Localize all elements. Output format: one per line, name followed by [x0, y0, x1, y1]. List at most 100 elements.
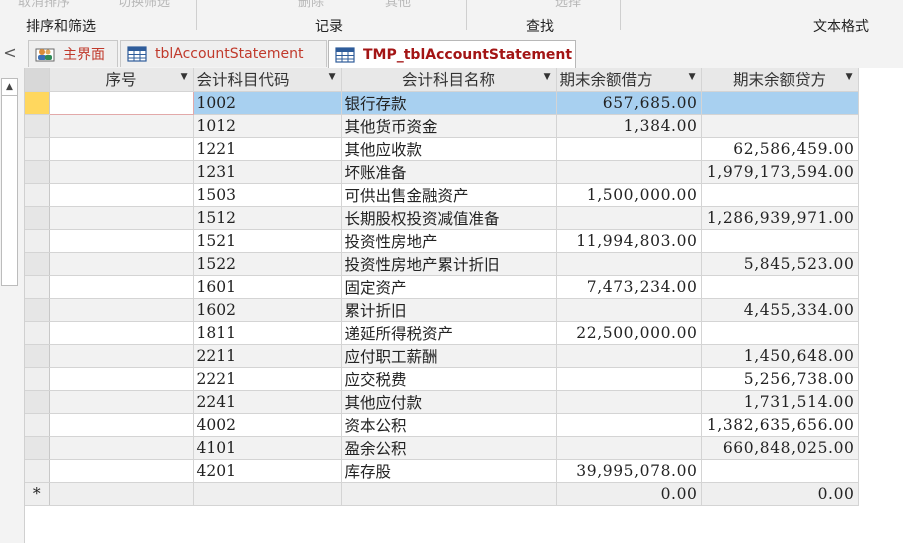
cell-credit[interactable]: 62,586,459.00 [701, 137, 859, 161]
table-row[interactable]: 1601 固定资产 7,473,234.00 [25, 275, 859, 299]
dropdown-arrow-icon[interactable]: ▼ [329, 72, 336, 82]
cell-credit[interactable] [701, 275, 859, 299]
cell-account-code[interactable]: 1522 [193, 252, 342, 276]
cell-credit[interactable]: 660,848,025.00 [701, 436, 859, 460]
cell-account-name[interactable]: 固定资产 [341, 275, 557, 299]
table-row[interactable]: 2221 应交税费 5,256,738.00 [25, 367, 859, 391]
dropdown-arrow-icon[interactable]: ▼ [689, 72, 696, 82]
cell-debit[interactable] [556, 413, 702, 437]
cell-account-code[interactable]: 2241 [193, 390, 342, 414]
record-selector[interactable] [25, 137, 50, 161]
cell-account-code[interactable]: 1811 [193, 321, 342, 345]
cell-account-code[interactable]: 1602 [193, 298, 342, 322]
cell-account-name[interactable]: 应付职工薪酬 [341, 344, 557, 368]
cell-credit[interactable]: 1,286,939,971.00 [701, 206, 859, 230]
tab-tblaccountstatement[interactable]: tblAccountStatement [120, 40, 327, 67]
cell-seq[interactable] [49, 482, 194, 506]
table-row[interactable]: 1002 银行存款 657,685.00 [25, 90, 859, 115]
vertical-scrollbar[interactable]: ▲ [1, 78, 18, 286]
cell-account-code[interactable]: 1521 [193, 229, 342, 253]
record-selector[interactable] [25, 114, 50, 138]
cell-credit[interactable]: 1,731,514.00 [701, 390, 859, 414]
cell-account-name[interactable]: 投资性房地产 [341, 229, 557, 253]
cell-debit[interactable]: 39,995,078.00 [556, 459, 702, 483]
record-selector[interactable] [25, 229, 50, 253]
column-header-debit[interactable]: 期末余额借方 ▼ [556, 68, 702, 92]
dropdown-arrow-icon[interactable]: ▼ [846, 72, 853, 82]
record-selector[interactable] [25, 459, 50, 483]
cell-debit[interactable] [556, 206, 702, 230]
cell-account-name[interactable]: 长期股权投资减值准备 [341, 206, 557, 230]
ribbon-ghost-toggle-filter[interactable]: 切换筛选 [118, 0, 170, 10]
cell-account-name[interactable]: 其他应付款 [341, 390, 557, 414]
cell-credit[interactable] [701, 229, 859, 253]
column-header-code[interactable]: 会计科目代码 ▼ [193, 68, 342, 92]
table-row[interactable]: 2211 应付职工薪酬 1,450,648.00 [25, 344, 859, 368]
cell-seq[interactable] [49, 229, 194, 253]
cell-account-name[interactable]: 其他应收款 [341, 137, 557, 161]
cell-account-code[interactable]: 2221 [193, 367, 342, 391]
cell-credit[interactable]: 5,256,738.00 [701, 367, 859, 391]
cell-seq[interactable] [49, 298, 194, 322]
cell-debit[interactable] [556, 367, 702, 391]
cell-debit[interactable]: 7,473,234.00 [556, 275, 702, 299]
cell-seq[interactable] [49, 183, 194, 207]
nav-pane-collapse-button[interactable]: < [0, 43, 20, 63]
cell-account-name[interactable]: 库存股 [341, 459, 557, 483]
cell-debit[interactable] [556, 344, 702, 368]
table-row[interactable]: 1221 其他应收款 62,586,459.00 [25, 137, 859, 161]
cell-debit[interactable] [556, 137, 702, 161]
cell-account-code[interactable]: 4002 [193, 413, 342, 437]
cell-debit[interactable]: 11,994,803.00 [556, 229, 702, 253]
cell-debit[interactable] [556, 436, 702, 460]
ribbon-ghost-remove-sort[interactable]: 取消排序 [18, 0, 70, 10]
table-row[interactable]: 1012 其他货币资金 1,384.00 [25, 114, 859, 138]
column-header-seq[interactable]: 序号 ▼ [49, 68, 194, 92]
record-selector[interactable] [25, 436, 50, 460]
cell-credit[interactable] [701, 183, 859, 207]
tab-tmp-tblaccountstatement[interactable]: TMP_tblAccountStatement [328, 40, 576, 69]
cell-debit[interactable]: 1,500,000.00 [556, 183, 702, 207]
record-selector[interactable] [25, 298, 50, 322]
ribbon-ghost-delete[interactable]: 删除 [298, 0, 324, 10]
column-header-name[interactable]: 会计科目名称 ▼ [341, 68, 557, 92]
table-row[interactable]: 1521 投资性房地产 11,994,803.00 [25, 229, 859, 253]
cell-seq[interactable] [49, 275, 194, 299]
cell-seq[interactable] [49, 114, 194, 138]
cell-account-name[interactable]: 坏账准备 [341, 160, 557, 184]
new-record-row[interactable]: * 0.00 0.00 [25, 482, 859, 506]
cell-credit[interactable]: 4,455,334.00 [701, 298, 859, 322]
cell-seq[interactable] [49, 436, 194, 460]
table-row[interactable]: 1811 递延所得税资产 22,500,000.00 [25, 321, 859, 345]
cell-credit[interactable]: 5,845,523.00 [701, 252, 859, 276]
cell-account-code[interactable]: 1221 [193, 137, 342, 161]
cell-account-code[interactable]: 1512 [193, 206, 342, 230]
record-selector[interactable] [25, 390, 50, 414]
cell-account-code[interactable]: 2211 [193, 344, 342, 368]
table-row[interactable]: 1231 坏账准备 1,979,173,594.00 [25, 160, 859, 184]
cell-seq[interactable] [49, 367, 194, 391]
cell-seq[interactable] [49, 413, 194, 437]
ribbon-ghost-more[interactable]: 其他 [385, 0, 411, 10]
cell-seq[interactable] [48, 90, 194, 115]
table-row[interactable]: 4002 资本公积 1,382,635,656.00 [25, 413, 859, 437]
table-row[interactable]: 1503 可供出售金融资产 1,500,000.00 [25, 183, 859, 207]
cell-account-code[interactable]: 4201 [193, 459, 342, 483]
table-row[interactable]: 2241 其他应付款 1,731,514.00 [25, 390, 859, 414]
dropdown-arrow-icon[interactable]: ▼ [181, 72, 188, 82]
cell-seq[interactable] [49, 137, 194, 161]
cell-debit[interactable] [556, 298, 702, 322]
cell-debit[interactable] [556, 252, 702, 276]
cell-debit[interactable]: 657,685.00 [556, 91, 702, 115]
cell-credit[interactable]: 1,382,635,656.00 [701, 413, 859, 437]
tab-main-form[interactable]: 主界面 [28, 40, 118, 67]
cell-account-name[interactable]: 递延所得税资产 [341, 321, 557, 345]
cell-account-name[interactable]: 其他货币资金 [341, 114, 557, 138]
table-row[interactable]: 1512 长期股权投资减值准备 1,286,939,971.00 [25, 206, 859, 230]
record-selector[interactable] [25, 91, 50, 115]
cell-account-code[interactable]: 4101 [193, 436, 342, 460]
record-selector[interactable] [25, 183, 50, 207]
record-selector[interactable] [25, 252, 50, 276]
cell-debit[interactable] [556, 160, 702, 184]
cell-seq[interactable] [49, 252, 194, 276]
